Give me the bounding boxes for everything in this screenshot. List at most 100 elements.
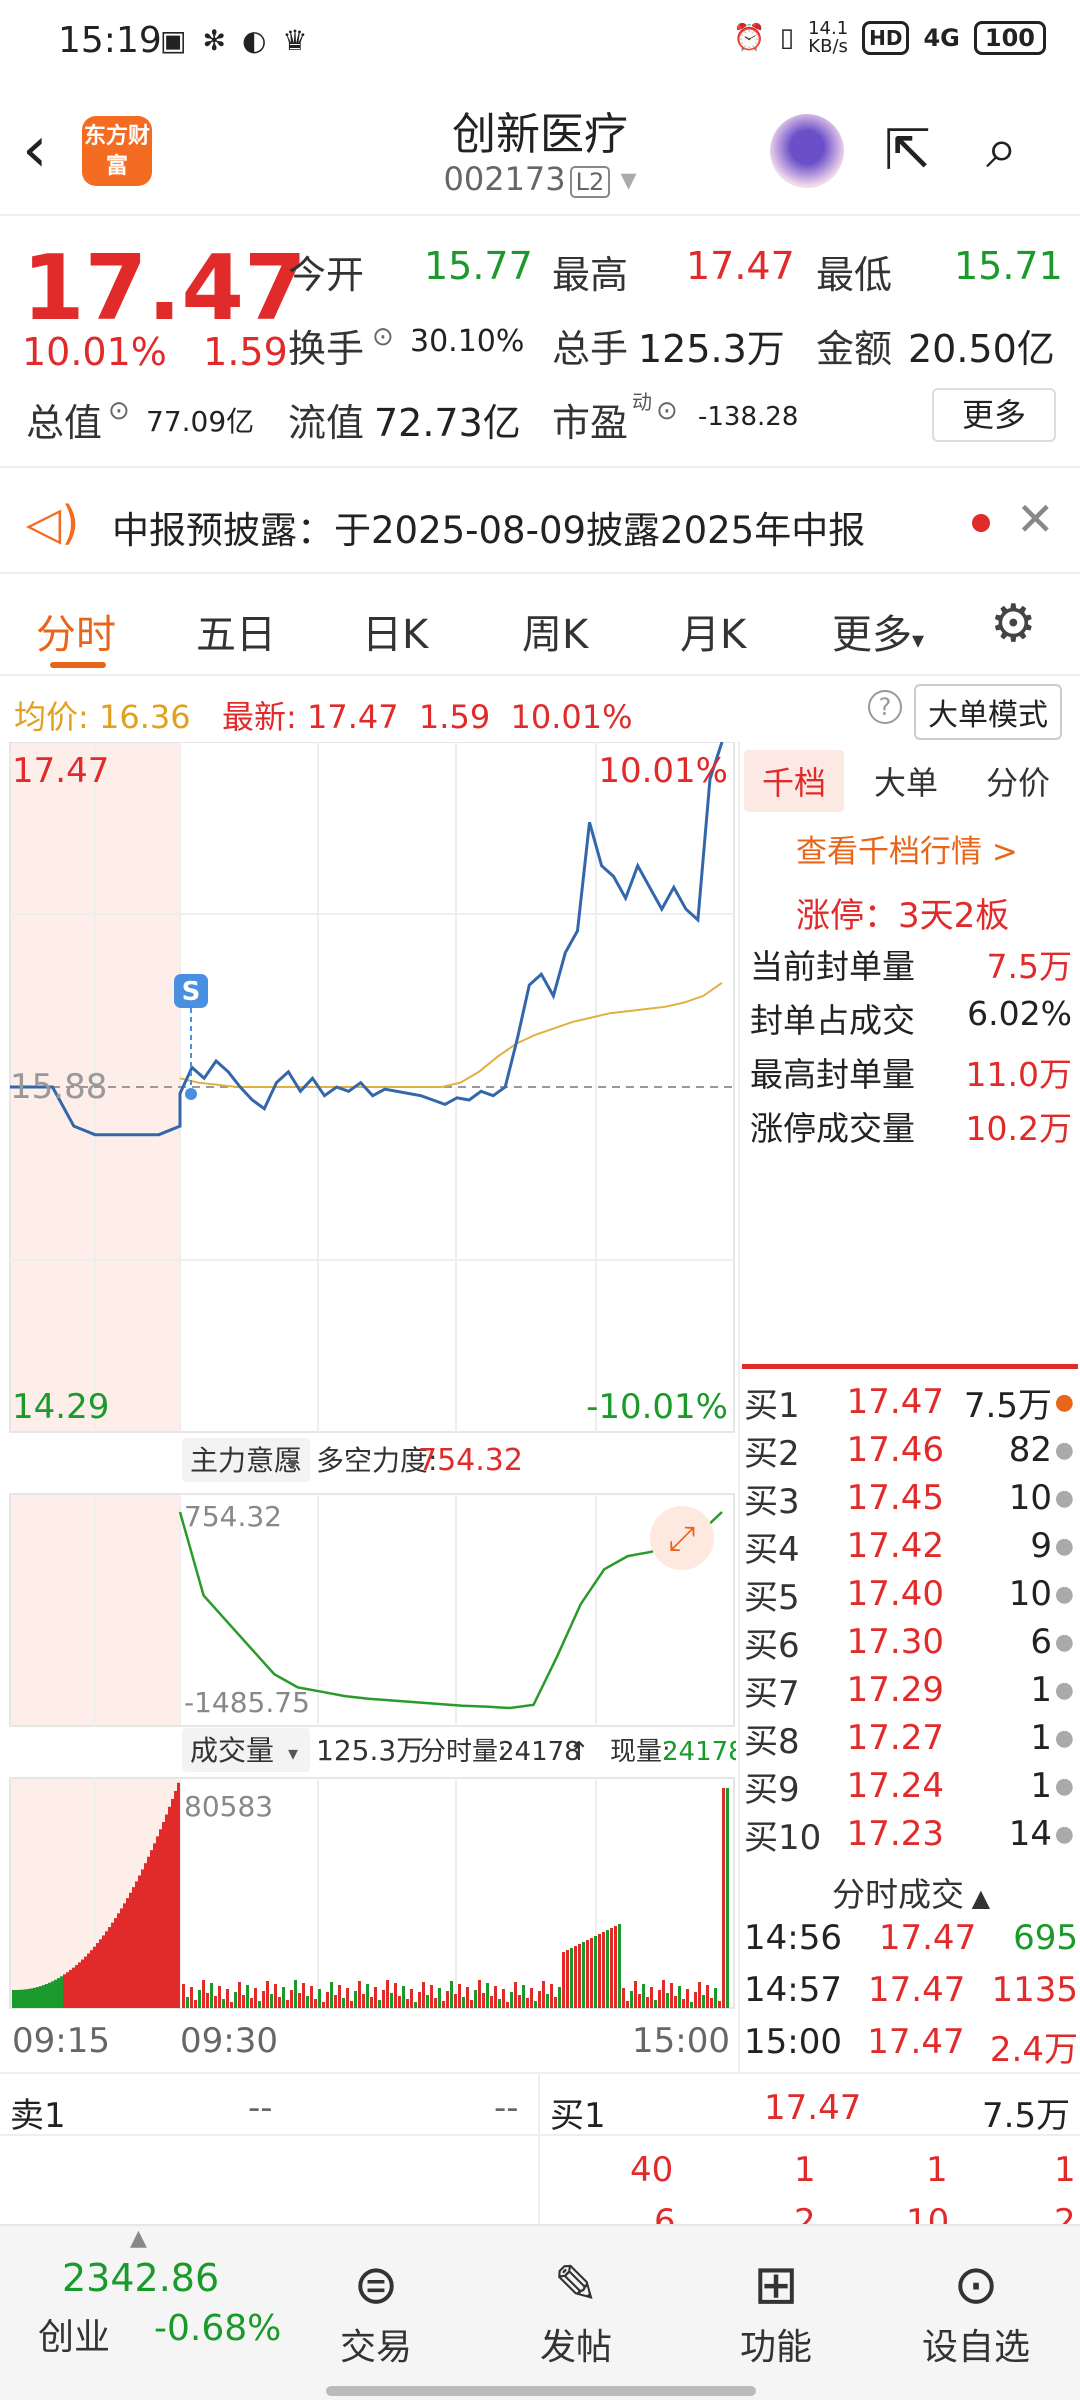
intraday-chart[interactable]: 17.47 15.88 14.29 10.01% -10.01% S 主力意愿 … (0, 741, 745, 2072)
bid-row[interactable]: 买1 17.47 7.5万 ● (744, 1378, 1078, 1426)
y-mid-label: 15.88 (10, 1067, 107, 1107)
nav-functions[interactable]: ⊞ 功能 (706, 2252, 846, 2370)
info-dots-icon[interactable]: ⊙ (372, 322, 394, 352)
volume-bar (498, 1999, 501, 2008)
bid-volume: 9 (1030, 1526, 1052, 1566)
gear-icon[interactable]: ⚙ (990, 594, 1037, 654)
more-button[interactable]: 更多 (932, 388, 1056, 442)
bid-row[interactable]: 买4 17.42 9 ● (744, 1522, 1078, 1570)
volume-bar (514, 1982, 517, 2008)
tab-price-distribution[interactable]: 分价 (986, 758, 1050, 804)
volume-bar (614, 1926, 617, 2008)
tab-intraday[interactable]: 分时 (36, 602, 116, 660)
info-dots-icon[interactable]: ⊙ (656, 396, 678, 426)
volume-bar (81, 1959, 84, 2008)
nav-trade[interactable]: ⊜ 交易 (306, 2252, 446, 2370)
view-levels-link[interactable]: 查看千档行情 > (796, 826, 1018, 871)
tab-more[interactable]: 更多▾ (832, 602, 924, 660)
bid-row[interactable]: 买10 17.23 14 ● (744, 1810, 1078, 1858)
bid-row[interactable]: 买5 17.40 10 ● (744, 1570, 1078, 1618)
nav-post[interactable]: ✎ 发帖 (506, 2252, 646, 2370)
volume-bar (18, 1989, 21, 2008)
caret-down-icon: ▾ (912, 626, 925, 654)
bid-row[interactable]: 买2 17.46 82 ● (744, 1426, 1078, 1474)
status-bar: 15:19 ▣ ✻ ◐ ♛ ⏰ ▯ 14.1 KB/s HD 4G 100 (0, 0, 1080, 84)
volume-bar (326, 1992, 329, 2008)
stock-header: ‹ 东方财富 创新医疗 002173 L2 ▾ ⇱ ⌕ (0, 84, 1080, 216)
volume-bar (442, 2001, 445, 2008)
intraday-chart-svg[interactable]: 17.47 15.88 14.29 10.01% -10.01% S 主力意愿 … (0, 741, 745, 2072)
volume-bar (586, 1940, 589, 2008)
nav-add-watchlist[interactable]: ⊙ 设自选 (906, 2252, 1046, 2370)
tab-daily-k[interactable]: 日K (362, 602, 428, 660)
index-name[interactable]: 创业 (38, 2308, 110, 2360)
tab-thousand-levels[interactable]: 千档 (744, 750, 845, 812)
bid-label: 买2 (744, 1433, 800, 1474)
search-icon[interactable]: ⌕ (986, 116, 1017, 182)
bid-price: 17.30 (846, 1622, 944, 1662)
grid-icon: ⊞ (753, 2253, 799, 2316)
volume-bar (270, 1994, 273, 2008)
float-label: 流值 (288, 401, 365, 445)
notice-text[interactable]: 中报预披露：于2025-08-09披露2025年中报 (112, 500, 865, 554)
notice-bar[interactable]: ◁) 中报预披露：于2025-08-09披露2025年中报 ✕ (0, 470, 1080, 574)
volume-bar (36, 1987, 39, 2008)
expand-up-icon[interactable]: ▲ (130, 2226, 147, 2251)
stock-code: 002173 (443, 160, 566, 198)
volume-bar (135, 1881, 138, 2008)
volume-bar (502, 1989, 505, 2008)
volume-bar (530, 1988, 533, 2008)
bid-label: 买1 (744, 1385, 800, 1426)
volume-bar (666, 1993, 669, 2008)
bid-label: 买4 (744, 1529, 800, 1570)
tick-header[interactable]: 分时成交 ▲ (740, 1868, 1080, 1916)
volume-bar (538, 1991, 541, 2008)
tab-five-day[interactable]: 五日 (196, 602, 276, 660)
volume-bar (30, 1988, 33, 2008)
latest-price: 最新: 17.47 1.59 10.01% (222, 698, 633, 736)
chevron-down-icon: ▾ (620, 160, 637, 198)
bid-price: 17.24 (846, 1766, 944, 1806)
share-icon[interactable]: ⇱ (884, 118, 931, 183)
index-change[interactable]: -0.68% (154, 2308, 281, 2349)
volume-bar (522, 1985, 525, 2008)
edit-icon: ✎ (553, 2253, 599, 2316)
tab-weekly-k[interactable]: 周K (522, 602, 588, 660)
back-arrow-icon[interactable]: ‹ (22, 118, 48, 182)
volume-bar (57, 1978, 60, 2008)
tab-big-orders[interactable]: 大单 (874, 758, 938, 804)
active-tab-indicator (50, 662, 106, 668)
info-dots-icon[interactable]: ⊙ (108, 396, 130, 426)
bid-row[interactable]: 买6 17.30 6 ● (744, 1618, 1078, 1666)
bid-volume: 10 (1008, 1478, 1052, 1518)
bid-dot-icon: ● (1054, 1821, 1074, 1847)
volume-bar (718, 2001, 721, 2008)
bid-row[interactable]: 买7 17.29 1 ● (744, 1666, 1078, 1714)
speaker-icon: ◁) (26, 496, 80, 550)
help-icon[interactable]: ? (868, 690, 902, 724)
tab-monthly-k[interactable]: 月K (680, 602, 746, 660)
big-order-mode-button[interactable]: 大单模式 (914, 684, 1062, 740)
volume-bar (186, 1997, 189, 2008)
bid-row[interactable]: 买8 17.27 1 ● (744, 1714, 1078, 1762)
bid-row[interactable]: 买9 17.24 1 ● (744, 1762, 1078, 1810)
index-value[interactable]: 2342.86 (62, 2256, 219, 2300)
volume-bar (610, 1928, 613, 2008)
app-logo[interactable]: 东方财富 (82, 116, 152, 186)
bid-dot-icon: ● (1054, 1389, 1074, 1415)
close-icon[interactable]: ✕ (1016, 492, 1055, 546)
stock-code-selector[interactable]: 002173 L2 ▾ (340, 160, 740, 198)
volume-bar (454, 1994, 457, 2008)
volume-bar (222, 1999, 225, 2008)
volume-bar (129, 1892, 132, 2008)
ai-assistant-icon[interactable] (770, 114, 844, 188)
volume-bar (66, 1972, 69, 2008)
volume-bar (168, 1806, 171, 2008)
volume-bar (410, 1989, 413, 2008)
volume-bar (286, 2000, 289, 2008)
sell1-volume: -- (494, 2088, 519, 2128)
sell1-label: 卖1 (10, 2096, 66, 2136)
volume-bar (446, 1991, 449, 2008)
sell1-price: -- (248, 2088, 273, 2128)
bid-row[interactable]: 买3 17.45 10 ● (744, 1474, 1078, 1522)
